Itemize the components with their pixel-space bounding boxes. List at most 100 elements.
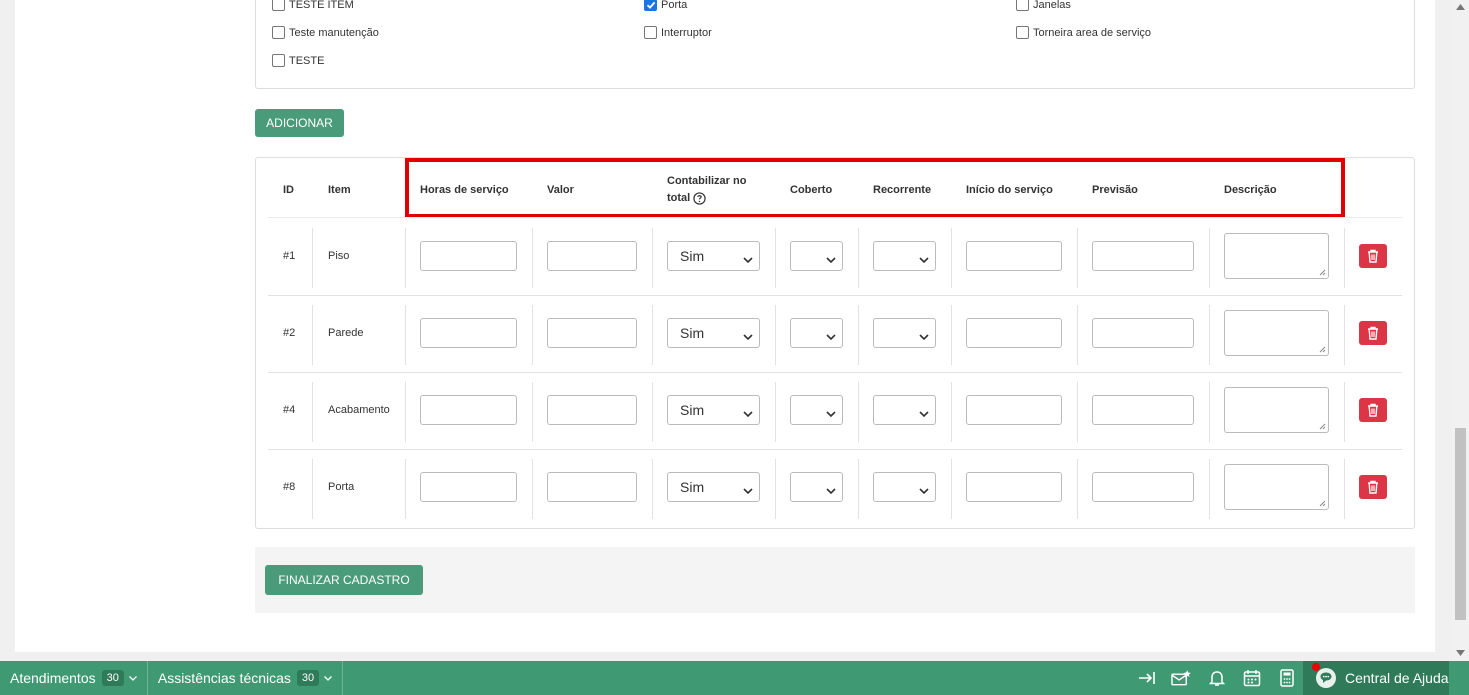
covered-select[interactable] <box>790 241 843 271</box>
covered-select[interactable] <box>790 318 843 348</box>
description-textarea[interactable] <box>1224 464 1329 510</box>
recurring-select[interactable] <box>873 472 936 502</box>
value-input[interactable] <box>547 472 637 502</box>
chevron-down-icon <box>826 488 836 495</box>
delete-row-button[interactable] <box>1359 321 1387 345</box>
value-input[interactable] <box>547 395 637 425</box>
chevron-down-icon <box>919 334 929 341</box>
attendances-label: Atendimentos <box>10 670 96 686</box>
column-divider <box>775 459 776 519</box>
start-date-input[interactable] <box>966 395 1062 425</box>
collapse-right-icon[interactable] <box>1136 668 1157 689</box>
resize-grip-icon[interactable] <box>1319 269 1326 276</box>
count-total-select[interactable]: Sim <box>667 472 760 502</box>
checkbox-box[interactable] <box>1016 0 1029 11</box>
checkbox-label: Teste manutenção <box>289 26 379 39</box>
add-button[interactable]: ADICIONAR <box>255 109 344 137</box>
chevron-down-icon <box>743 411 753 418</box>
count-total-select[interactable]: Sim <box>667 395 760 425</box>
description-textarea[interactable] <box>1224 233 1329 279</box>
checkbox-teste[interactable]: TESTE <box>272 54 324 67</box>
start-date-input[interactable] <box>966 241 1062 271</box>
value-input[interactable] <box>547 241 637 271</box>
help-center-button[interactable]: Central de Ajuda <box>1303 661 1449 695</box>
checkbox-torneira[interactable]: Torneira area de serviço <box>1016 26 1151 39</box>
scroll-up-icon[interactable] <box>1456 4 1465 10</box>
start-date-input[interactable] <box>966 318 1062 348</box>
checkbox-interruptor[interactable]: Interruptor <box>644 26 712 39</box>
count-total-value: Sim <box>680 248 705 264</box>
calendar-icon[interactable] <box>1241 668 1262 689</box>
count-total-value: Sim <box>680 325 705 341</box>
forecast-input[interactable] <box>1092 395 1194 425</box>
hours-input[interactable] <box>420 472 517 502</box>
count-total-value: Sim <box>680 479 705 495</box>
resize-grip-icon[interactable] <box>1319 500 1326 507</box>
header-highlight-box <box>405 158 1345 218</box>
checkbox-box-checked[interactable] <box>644 0 657 11</box>
header-item: Item <box>328 184 351 196</box>
delete-row-button[interactable] <box>1359 398 1387 422</box>
bell-icon[interactable] <box>1206 668 1227 689</box>
description-textarea[interactable] <box>1224 310 1329 356</box>
attendances-tab[interactable]: Atendimentos 30 <box>0 661 148 695</box>
column-divider <box>312 382 313 442</box>
checkbox-box[interactable] <box>272 0 285 11</box>
forecast-input[interactable] <box>1092 318 1194 348</box>
checkbox-box[interactable] <box>644 26 657 39</box>
hours-input[interactable] <box>420 241 517 271</box>
checkbox-label: TESTE <box>289 54 325 67</box>
hours-input[interactable] <box>420 395 517 425</box>
value-input[interactable] <box>547 318 637 348</box>
column-divider <box>1077 459 1078 519</box>
column-divider <box>951 459 952 519</box>
covered-select[interactable] <box>790 472 843 502</box>
column-divider <box>858 382 859 442</box>
covered-select[interactable] <box>790 395 843 425</box>
count-total-select[interactable]: Sim <box>667 241 760 271</box>
delete-row-button[interactable] <box>1359 475 1387 499</box>
page-scrollbar[interactable] <box>1452 0 1469 660</box>
delete-row-button[interactable] <box>1359 244 1387 268</box>
column-divider <box>652 382 653 442</box>
scroll-down-icon[interactable] <box>1456 650 1465 656</box>
chevron-down-icon <box>826 411 836 418</box>
column-divider <box>951 382 952 442</box>
hours-input[interactable] <box>420 318 517 348</box>
chevron-down-icon <box>826 334 836 341</box>
page-card: TESTE ITEM Porta Janelas Teste manutençã… <box>15 0 1435 652</box>
services-table: ID Item Horas de serviço Valor Contabili… <box>255 157 1415 529</box>
recurring-select[interactable] <box>873 395 936 425</box>
mail-star-icon[interactable] <box>1171 668 1192 689</box>
forecast-input[interactable] <box>1092 241 1194 271</box>
tech-assist-label: Assistências técnicas <box>157 670 291 686</box>
resize-grip-icon[interactable] <box>1319 423 1326 430</box>
description-textarea[interactable] <box>1224 387 1329 433</box>
column-divider <box>1077 305 1078 365</box>
attendances-count-badge: 30 <box>101 670 124 686</box>
resize-grip-icon[interactable] <box>1319 346 1326 353</box>
checkbox-box[interactable] <box>272 26 285 39</box>
chevron-down-icon <box>743 488 753 495</box>
checkbox-teste-item[interactable]: TESTE ITEM <box>272 0 354 11</box>
checkbox-box[interactable] <box>1016 26 1029 39</box>
scroll-thumb[interactable] <box>1455 428 1466 620</box>
start-date-input[interactable] <box>966 472 1062 502</box>
checkbox-teste-manutencao[interactable]: Teste manutenção <box>272 26 379 39</box>
trash-icon <box>1368 480 1378 494</box>
checkbox-porta[interactable]: Porta <box>644 0 687 11</box>
checkbox-janelas[interactable]: Janelas <box>1016 0 1071 11</box>
finalize-button[interactable]: FINALIZAR CADASTRO <box>265 565 423 595</box>
row-item-name: Piso <box>328 250 350 262</box>
row-divider <box>268 449 1402 450</box>
calculator-icon[interactable] <box>1276 668 1297 689</box>
recurring-select[interactable] <box>873 241 936 271</box>
checkbox-box[interactable] <box>272 54 285 67</box>
count-total-select[interactable]: Sim <box>667 318 760 348</box>
tech-assist-tab[interactable]: Assistências técnicas 30 <box>148 661 344 695</box>
row-id: #8 <box>283 481 296 493</box>
recurring-select[interactable] <box>873 318 936 348</box>
column-divider <box>405 459 406 519</box>
forecast-input[interactable] <box>1092 472 1194 502</box>
bottom-bar: Atendimentos 30 Assistências técnicas 30… <box>0 661 1469 695</box>
